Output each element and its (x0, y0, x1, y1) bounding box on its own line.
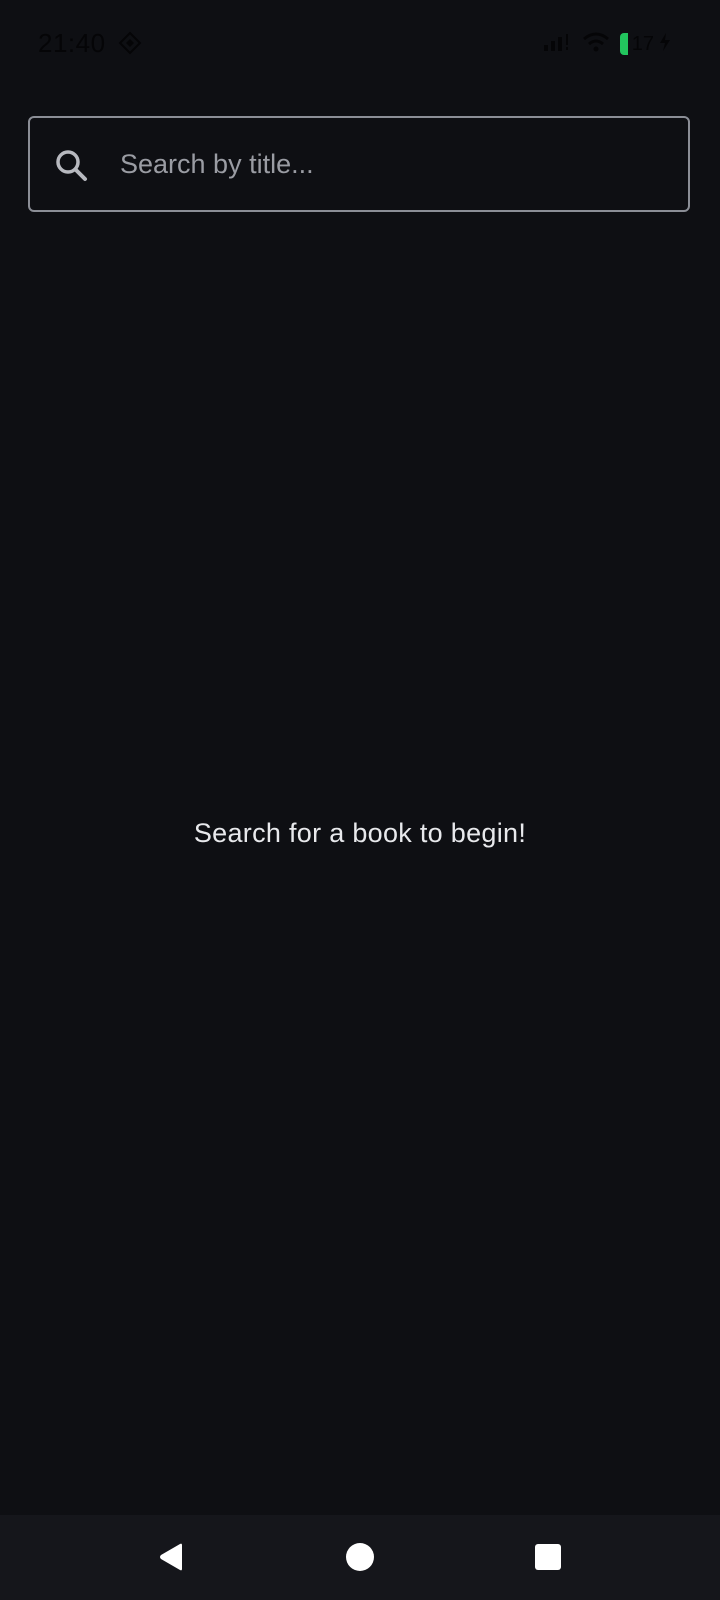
status-time: 21:40 (38, 28, 106, 58)
search-icon (52, 146, 92, 186)
signal-icon (542, 31, 572, 58)
battery-percent: 17 (631, 32, 654, 55)
recents-icon (535, 1544, 561, 1570)
app-notification-icon (118, 31, 142, 55)
search-field[interactable] (28, 116, 690, 212)
empty-state-message: Search for a book to begin! (193, 818, 527, 848)
home-icon (346, 1543, 374, 1571)
search-input[interactable] (120, 136, 660, 192)
charging-icon (658, 32, 672, 57)
home-button[interactable] (340, 1537, 380, 1577)
battery-icon: 17 (619, 32, 672, 57)
back-button[interactable] (152, 1537, 192, 1577)
navigation-bar (0, 1515, 720, 1600)
recents-button[interactable] (528, 1537, 568, 1577)
status-indicators: 17 (542, 30, 672, 58)
back-icon (160, 1543, 182, 1571)
app-screen: 21:40 17 Search by title... Search for a… (0, 0, 720, 1600)
wifi-icon (582, 31, 610, 58)
battery-level-fill (619, 33, 628, 55)
status-bar: 21:40 17 (0, 0, 720, 88)
